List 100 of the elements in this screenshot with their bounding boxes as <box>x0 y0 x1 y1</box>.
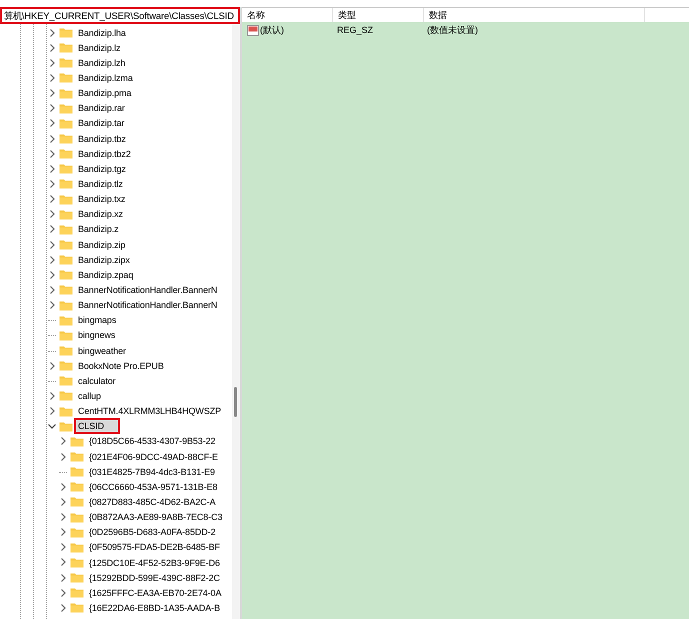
tree-item[interactable]: Bandizip.tlz <box>74 176 127 192</box>
folder-icon <box>59 420 73 432</box>
folder-icon <box>59 390 73 402</box>
folder-icon <box>70 526 84 538</box>
tree-item[interactable]: Bandizip.rar <box>74 100 129 116</box>
expand-chevron-icon[interactable] <box>59 588 67 597</box>
expand-chevron-icon[interactable] <box>48 392 56 400</box>
expand-chevron-icon[interactable] <box>48 119 56 128</box>
tree-item[interactable]: Bandizip.tar <box>74 115 128 132</box>
expand-chevron-icon[interactable] <box>48 28 56 37</box>
expand-chevron-icon[interactable] <box>48 286 56 294</box>
folder-icon <box>70 572 84 584</box>
folder-icon <box>59 406 73 417</box>
tree-item[interactable]: BannerNotificationHandler.BannerN <box>74 297 222 314</box>
tree-item[interactable]: {0F509575-FDA5-DE2B-6485-BF <box>85 539 224 556</box>
folder-icon <box>59 239 73 250</box>
tree-item[interactable]: BannerNotificationHandler.BannerN <box>74 282 222 298</box>
tree-item[interactable]: Bandizip.lz <box>74 40 124 56</box>
expand-chevron-icon[interactable] <box>48 256 56 264</box>
address-bar[interactable]: 算机\HKEY_CURRENT_USER\Software\Classes\CLSID <box>0 7 240 24</box>
tree-item[interactable]: {0D2596B5-D683-A0FA-85DD-2 <box>85 524 220 540</box>
expand-chevron-icon[interactable] <box>48 240 56 249</box>
tree-item[interactable]: Bandizip.zipx <box>74 252 134 268</box>
column-header[interactable]: 类型 <box>333 8 424 22</box>
folder-icon <box>59 57 73 68</box>
tree-item[interactable]: Bandizip.zpaq <box>74 266 138 283</box>
tree-item[interactable]: Bandizip.lzh <box>74 54 130 71</box>
tree-item[interactable]: Bandizip.z <box>74 221 123 238</box>
tree-item[interactable]: CLSID <box>74 418 120 434</box>
expand-chevron-icon[interactable] <box>59 513 67 522</box>
folder-icon <box>59 208 73 220</box>
expand-chevron-icon[interactable] <box>48 164 56 173</box>
tree-item[interactable]: Bandizip.lzma <box>74 70 137 86</box>
tree-item[interactable]: Bandizip.txz <box>74 191 130 208</box>
tree-item[interactable]: {018D5C66-4533-4307-9B53-22 <box>85 433 220 450</box>
tree-item[interactable]: {125DC10E-4F52-52B3-9F9E-D6 <box>85 554 224 570</box>
expand-chevron-icon[interactable] <box>59 574 67 582</box>
folder-icon <box>70 542 84 553</box>
tree-item[interactable]: Bandizip.lha <box>74 24 130 41</box>
tree-item[interactable]: Bandizip.pma <box>74 85 136 102</box>
tree-item[interactable]: {15292BDD-599E-439C-88F2-2C <box>85 570 224 586</box>
expand-chevron-icon[interactable] <box>59 528 67 536</box>
tree-item[interactable]: {1625FFFC-EA3A-EB70-2E74-0A <box>85 584 226 601</box>
folder-icon <box>59 375 73 386</box>
tree-item[interactable]: {16E22DA6-E8BD-1A35-AADA-B <box>85 600 224 616</box>
tree-item[interactable]: calculator <box>74 372 120 389</box>
expand-chevron-icon[interactable] <box>48 362 56 370</box>
tree-item[interactable]: {021E4F06-9DCC-49AD-88CF-E <box>85 448 222 465</box>
expand-chevron-icon[interactable] <box>48 210 56 218</box>
expand-chevron-icon[interactable] <box>48 58 56 67</box>
expand-chevron-icon[interactable] <box>48 407 56 416</box>
expand-chevron-icon[interactable] <box>48 74 56 82</box>
tree-item[interactable]: {06CC6660-453A-9571-131B-E8 <box>85 478 222 495</box>
expand-chevron-icon[interactable] <box>48 195 56 204</box>
expand-chevron-icon[interactable] <box>48 89 56 98</box>
folder-icon <box>70 466 84 478</box>
tree-item[interactable]: CentHTM.4XLRMM3LHB4HQWSZP <box>74 403 226 420</box>
expand-chevron-icon[interactable] <box>48 104 56 112</box>
tree-item[interactable]: Bandizip.zip <box>74 236 130 253</box>
tree-item[interactable]: Bandizip.tbz2 <box>74 146 135 162</box>
expand-chevron-icon[interactable] <box>48 150 56 158</box>
tree-item[interactable]: Bandizip.tbz <box>74 130 130 147</box>
scrollbar-thumb[interactable] <box>234 387 237 417</box>
tree-item[interactable]: bingmaps <box>74 312 120 328</box>
tree-item[interactable]: Bandizip.tgz <box>74 160 130 177</box>
tree-item[interactable]: bingnews <box>74 327 120 344</box>
collapse-chevron-icon[interactable] <box>48 422 56 430</box>
folder-icon <box>59 88 73 99</box>
tree-item[interactable]: {031E4825-7B94-4dc3-B131-E9 <box>85 464 219 480</box>
tree-item[interactable]: bingweather <box>74 342 130 359</box>
folder-icon <box>70 496 84 508</box>
tree-item[interactable]: Bandizip.xz <box>74 206 127 222</box>
expand-chevron-icon[interactable] <box>48 44 56 52</box>
expand-chevron-icon[interactable] <box>59 452 67 460</box>
folder-icon <box>59 345 73 356</box>
folder-icon <box>59 330 73 341</box>
column-header[interactable]: 数据 <box>424 8 645 22</box>
expand-chevron-icon[interactable] <box>48 225 56 234</box>
tree-item[interactable]: BookxNote Pro.EPUB <box>74 358 168 374</box>
expand-chevron-icon[interactable] <box>48 270 56 279</box>
folder-icon <box>59 360 73 372</box>
value-name[interactable]: (默认) <box>260 24 284 36</box>
expand-chevron-icon[interactable] <box>59 604 67 612</box>
expand-chevron-icon[interactable] <box>59 498 67 506</box>
column-header[interactable]: 名称 <box>242 8 333 22</box>
folder-icon <box>59 102 73 114</box>
expand-chevron-icon[interactable] <box>59 543 67 552</box>
expand-chevron-icon[interactable] <box>59 558 67 566</box>
tree-item[interactable]: {0827D883-485C-4D62-BA2C-A <box>85 494 220 510</box>
expand-chevron-icon[interactable] <box>59 482 67 491</box>
expand-chevron-icon[interactable] <box>48 301 56 310</box>
tree-item[interactable]: callup <box>74 388 105 404</box>
expand-chevron-icon[interactable] <box>48 180 56 188</box>
folder-icon <box>59 300 73 311</box>
expand-chevron-icon[interactable] <box>59 437 67 446</box>
folder-icon <box>59 254 73 266</box>
scrollbar[interactable] <box>232 24 240 619</box>
expand-chevron-icon[interactable] <box>48 134 56 143</box>
folder-icon <box>70 512 84 523</box>
tree-item[interactable]: {0B872AA3-AE89-9A8B-7EC8-C3 <box>85 509 226 526</box>
